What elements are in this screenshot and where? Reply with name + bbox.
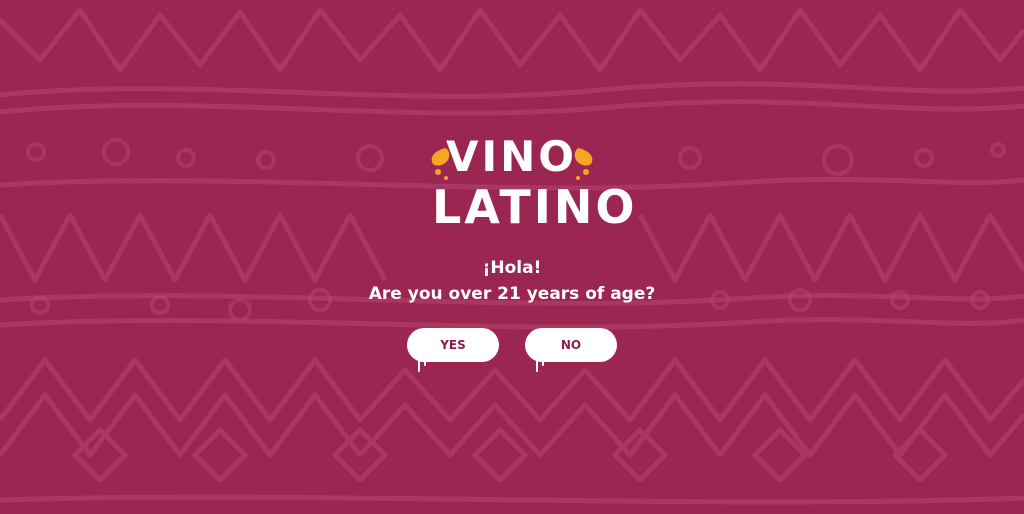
yes-button-drip-small <box>424 360 426 366</box>
greeting-text: ¡Hola! <box>482 258 542 278</box>
background-pattern <box>0 7 1024 505</box>
no-button-drip <box>536 360 538 372</box>
logo-text-vino: VINO <box>446 132 577 181</box>
logo-text-latino: LATINO <box>432 180 638 234</box>
no-button[interactable]: NO <box>525 328 617 362</box>
yes-button[interactable]: YES <box>407 328 499 362</box>
age-question-text: Are you over 21 years of age? <box>368 284 656 304</box>
yes-button-drip <box>418 360 420 372</box>
no-button-drip-small <box>542 360 544 366</box>
vino-latino-logo: VINO LATINO <box>426 132 634 236</box>
